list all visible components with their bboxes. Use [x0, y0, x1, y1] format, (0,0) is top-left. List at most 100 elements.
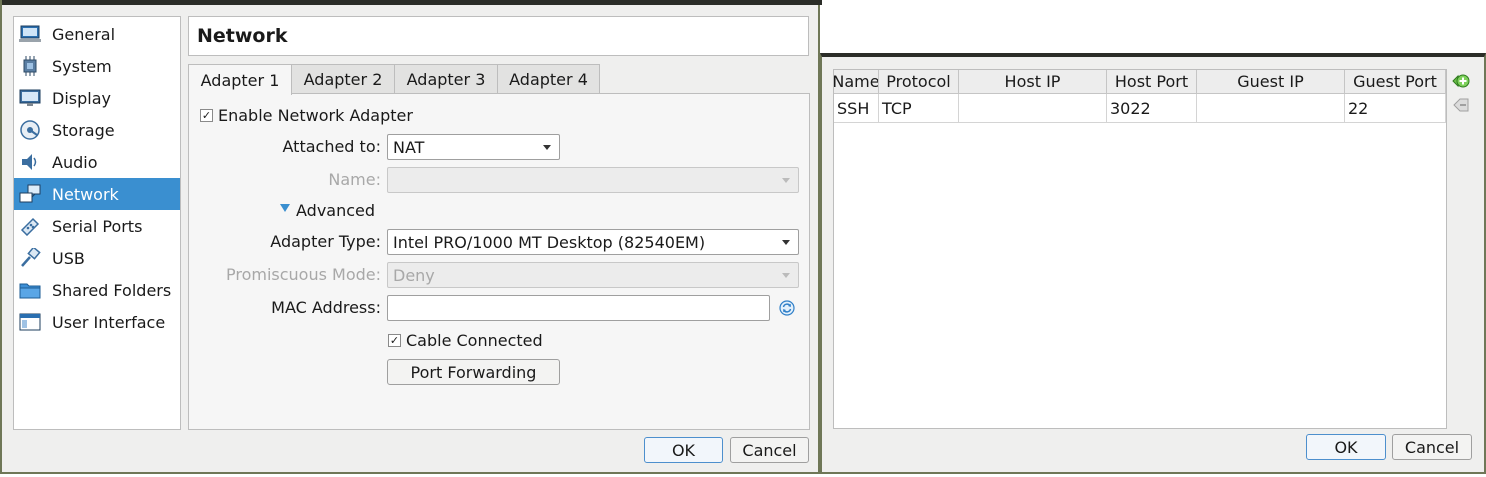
- sidebar-item-label: Storage: [52, 120, 115, 140]
- column-header-label: Guest IP: [1237, 72, 1304, 91]
- column-header-label: Guest Port: [1353, 72, 1437, 91]
- column-header-label: Host IP: [1004, 72, 1061, 91]
- sidebar-item-shared-folders[interactable]: Shared Folders: [14, 274, 180, 306]
- window-top-edge: [2, 0, 822, 5]
- advanced-toggle[interactable]: Advanced: [296, 201, 375, 220]
- sidebar-item-display[interactable]: Display: [14, 82, 180, 114]
- serial-ports-icon: [19, 216, 41, 236]
- mac-address-label: MAC Address:: [271, 298, 381, 317]
- sidebar-item-serial-ports[interactable]: Serial Ports: [14, 210, 180, 242]
- cell-name[interactable]: SSH: [834, 94, 879, 123]
- column-header-name[interactable]: Name: [834, 70, 879, 94]
- display-icon: [19, 88, 41, 108]
- tab-adapter-2[interactable]: Adapter 2: [291, 64, 395, 93]
- expand-triangle-icon[interactable]: [280, 204, 290, 212]
- sidebar-item-label: Display: [52, 88, 111, 108]
- enable-adapter-checkbox[interactable]: ✓: [200, 109, 213, 122]
- cable-connected-label: Cable Connected: [406, 331, 543, 350]
- tab-adapter-4[interactable]: Adapter 4: [497, 64, 600, 93]
- sidebar-item-label: User Interface: [52, 312, 166, 332]
- cancel-button-label: Cancel: [742, 440, 797, 460]
- ok-button[interactable]: OK: [1306, 434, 1386, 460]
- cell-guest-ip[interactable]: [1197, 94, 1345, 123]
- enable-adapter-label: Enable Network Adapter: [218, 106, 413, 125]
- shared-folders-icon: [19, 280, 41, 300]
- sidebar-item-label: USB: [52, 248, 85, 268]
- port-forwarding-table: Name Protocol Host IP Host Port Guest IP…: [833, 69, 1447, 429]
- sidebar-item-label: Audio: [52, 152, 98, 172]
- cancel-button[interactable]: Cancel: [1392, 434, 1472, 460]
- tab-adapter-3[interactable]: Adapter 3: [394, 64, 498, 93]
- cable-connected-checkbox[interactable]: ✓: [388, 334, 401, 347]
- tab-label: Adapter 2: [303, 69, 383, 89]
- tab-label: Adapter 4: [509, 69, 588, 89]
- column-header-guest-port[interactable]: Guest Port: [1345, 70, 1446, 94]
- tab-label: Adapter 3: [406, 69, 486, 89]
- promiscuous-mode-value: Deny: [393, 265, 435, 285]
- cell-host-port[interactable]: 3022: [1107, 94, 1197, 123]
- sidebar-item-usb[interactable]: USB: [14, 242, 180, 274]
- name-label: Name:: [328, 170, 381, 189]
- adapter-type-label: Adapter Type:: [270, 232, 381, 251]
- page-title: Network: [197, 25, 288, 47]
- sidebar-item-user-interface[interactable]: User Interface: [14, 306, 180, 338]
- page-title-box: Network: [188, 16, 809, 56]
- column-header-label: Name: [834, 72, 879, 91]
- column-header-host-port[interactable]: Host Port: [1107, 70, 1197, 94]
- ok-button[interactable]: OK: [644, 437, 723, 463]
- mac-address-field[interactable]: [387, 295, 770, 321]
- usb-icon: [19, 248, 41, 268]
- tab-label: Adapter 1: [200, 70, 280, 90]
- sidebar-item-system[interactable]: System: [14, 50, 180, 82]
- sidebar-item-label: Serial Ports: [52, 216, 143, 236]
- cell-protocol[interactable]: TCP: [879, 94, 959, 123]
- refresh-mac-icon[interactable]: [779, 300, 795, 316]
- general-icon: [19, 24, 41, 44]
- settings-dialog: General System Display Storage Audio Net…: [0, 0, 822, 474]
- storage-icon: [19, 120, 41, 140]
- chevron-down-icon: [782, 178, 790, 183]
- port-forwarding-button[interactable]: Port Forwarding: [387, 359, 560, 385]
- sidebar-item-network[interactable]: Network: [14, 178, 180, 210]
- settings-sidebar: General System Display Storage Audio Net…: [13, 16, 181, 430]
- port-forwarding-dialog: Name Protocol Host IP Host Port Guest IP…: [820, 53, 1486, 474]
- column-header-guest-ip[interactable]: Guest IP: [1197, 70, 1345, 94]
- name-select[interactable]: [387, 167, 799, 193]
- port-forwarding-button-label: Port Forwarding: [410, 362, 537, 382]
- cell-host-ip[interactable]: [959, 94, 1107, 123]
- column-header-label: Host Port: [1114, 72, 1189, 91]
- add-rule-icon[interactable]: [1451, 71, 1471, 91]
- sidebar-item-label: System: [52, 56, 112, 76]
- sidebar-item-label: Shared Folders: [52, 280, 172, 300]
- sidebar-item-general[interactable]: General: [14, 18, 180, 50]
- adapter-type-value: Intel PRO/1000 MT Desktop (82540EM): [393, 232, 706, 252]
- adapter-type-select[interactable]: Intel PRO/1000 MT Desktop (82540EM): [387, 229, 799, 255]
- attached-to-label: Attached to:: [282, 137, 382, 156]
- system-icon: [19, 56, 41, 76]
- column-header-host-ip[interactable]: Host IP: [959, 70, 1107, 94]
- ok-button-label: OK: [1334, 437, 1358, 457]
- column-header-protocol[interactable]: Protocol: [879, 70, 959, 94]
- tab-adapter-1[interactable]: Adapter 1: [188, 64, 292, 95]
- sidebar-item-storage[interactable]: Storage: [14, 114, 180, 146]
- user-interface-icon: [19, 312, 41, 332]
- sidebar-item-label: Network: [52, 184, 119, 204]
- cancel-button-label: Cancel: [1404, 437, 1460, 457]
- network-icon: [19, 184, 41, 204]
- adapter-panel: ✓ Enable Network Adapter Attached to: NA…: [188, 93, 810, 430]
- attached-to-value: NAT: [393, 137, 425, 157]
- chevron-down-icon: [782, 240, 790, 245]
- promiscuous-mode-select[interactable]: Deny: [387, 262, 799, 288]
- chevron-down-icon: [782, 273, 790, 278]
- cell-guest-port[interactable]: 22: [1345, 94, 1446, 123]
- ok-button-label: OK: [671, 440, 696, 460]
- audio-icon: [19, 152, 41, 172]
- promiscuous-mode-label: Promiscuous Mode:: [225, 265, 381, 284]
- column-header-label: Protocol: [886, 72, 951, 91]
- cancel-button[interactable]: Cancel: [730, 437, 809, 463]
- chevron-down-icon: [543, 145, 551, 150]
- attached-to-select[interactable]: NAT: [387, 134, 560, 160]
- remove-rule-icon[interactable]: [1451, 95, 1471, 115]
- sidebar-item-audio[interactable]: Audio: [14, 146, 180, 178]
- sidebar-item-label: General: [52, 24, 116, 44]
